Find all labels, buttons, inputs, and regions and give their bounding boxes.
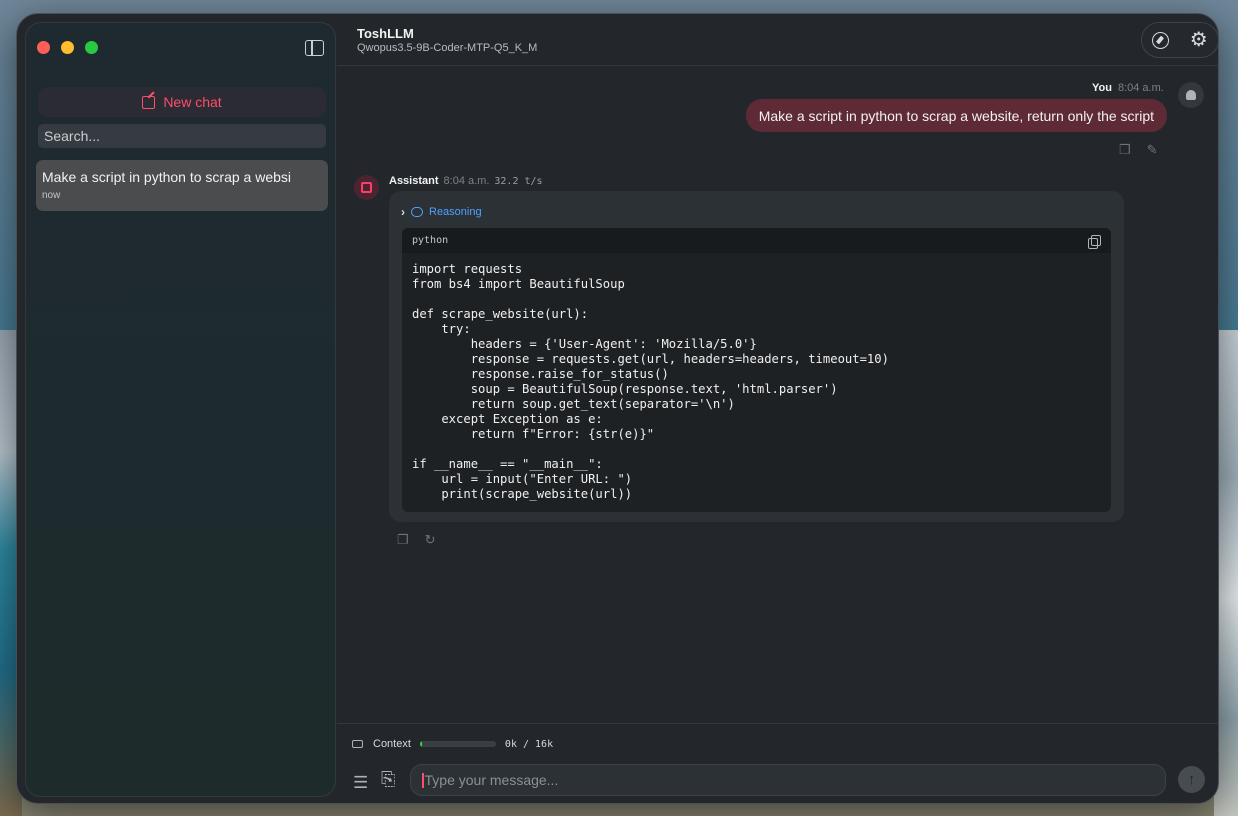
text-caret — [422, 772, 424, 788]
window-controls — [37, 41, 98, 54]
user-name: You — [1092, 82, 1112, 94]
person-icon — [1186, 90, 1196, 100]
reasoning-icon — [411, 207, 423, 217]
user-message-text: Make a script in python to scrap a websi… — [758, 107, 1154, 124]
gear-icon[interactable]: ⚙ — [1190, 30, 1208, 50]
reasoning-toggle[interactable]: › Reasoning — [401, 205, 482, 219]
user-message-bubble: Make a script in python to scrap a websi… — [745, 99, 1167, 132]
model-name[interactable]: Qwopus3.5-9B-Coder-MTP-Q5_K_M — [357, 42, 537, 54]
sliders-icon[interactable]: ☰ — [353, 773, 368, 793]
assistant-message-meta: Assistant 8:04 a.m. 32.2 t/s — [389, 175, 543, 187]
sidebar: New chat Search... Make a script in pyth… — [25, 22, 336, 797]
search-input[interactable]: Search... — [38, 124, 326, 148]
context-progress-fill — [419, 741, 423, 747]
header-actions: ⚙ — [1141, 22, 1218, 58]
code-language: python — [412, 235, 449, 246]
search-placeholder: Search... — [44, 128, 101, 144]
sidebar-toggle-icon[interactable] — [305, 40, 324, 56]
context-value: 0k / 16k — [504, 738, 554, 750]
chat-list-item[interactable]: Make a script in python to scrap a websi… — [36, 160, 328, 211]
code-block-header: python — [402, 228, 1111, 253]
chat-header: ToshLLM Qwopus3.5-9B-Coder-MTP-Q5_K_M ⚙ — [337, 14, 1218, 66]
user-avatar — [1178, 82, 1204, 108]
copy-message-icon[interactable]: ❐ — [1119, 142, 1131, 158]
new-chat-button[interactable]: New chat — [38, 87, 326, 117]
minimize-window-button[interactable] — [61, 41, 74, 54]
chat-item-title: Make a script in python to scrap a websi — [42, 169, 292, 185]
context-label: Context — [373, 738, 411, 750]
chip-icon — [361, 182, 372, 193]
send-button[interactable]: ↑ — [1178, 766, 1205, 793]
token-speed: 32.2 t/s — [494, 176, 543, 187]
compass-icon[interactable] — [1152, 31, 1170, 49]
message-input-placeholder: Type your message... — [424, 772, 559, 788]
code-block: python import requests from bs4 import B… — [402, 228, 1111, 512]
user-message-meta: You 8:04 a.m. — [1092, 82, 1164, 94]
copy-code-icon[interactable] — [1088, 235, 1101, 249]
zoom-window-button[interactable] — [85, 41, 98, 54]
composer: Context 0k / 16k ☰ ⎘ Type your message..… — [337, 723, 1218, 803]
compose-icon — [142, 95, 156, 109]
assistant-timestamp: 8:04 a.m. — [443, 175, 490, 187]
arrow-up-icon: ↑ — [1187, 771, 1196, 788]
context-usage: Context 0k / 16k — [352, 738, 553, 750]
regenerate-icon[interactable]: ↻ — [425, 532, 436, 548]
paperclip-icon[interactable]: ⎘ — [381, 769, 395, 790]
context-progress-bar — [419, 741, 496, 747]
user-timestamp: 8:04 a.m. — [1117, 82, 1164, 94]
app-title: ToshLLM — [357, 26, 414, 41]
assistant-name: Assistant — [389, 175, 439, 187]
user-message-tools: ❐ ✎ — [1119, 142, 1158, 158]
close-window-button[interactable] — [37, 41, 50, 54]
reasoning-label: Reasoning — [429, 206, 482, 218]
edit-message-icon[interactable]: ✎ — [1147, 142, 1158, 158]
new-chat-label: New chat — [163, 94, 222, 110]
message-input[interactable]: Type your message... — [410, 764, 1166, 796]
chevron-right-icon: › — [401, 205, 405, 219]
assistant-avatar — [354, 175, 379, 200]
assistant-message-tools: ❐ ↻ — [397, 532, 436, 548]
chat-item-time: now — [42, 190, 61, 201]
assistant-message-card: › Reasoning python import requests from … — [389, 191, 1124, 522]
context-icon — [352, 740, 363, 748]
app-window: New chat Search... Make a script in pyth… — [16, 13, 1219, 804]
code-content: import requests from bs4 import Beautifu… — [412, 262, 889, 501]
copy-answer-icon[interactable]: ❐ — [397, 532, 409, 548]
